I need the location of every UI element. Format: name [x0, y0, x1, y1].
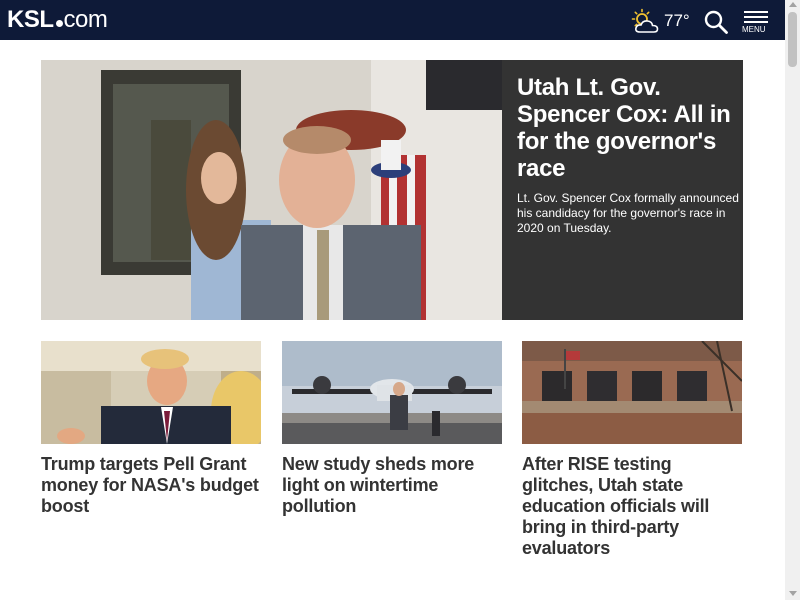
story-card[interactable]: New study sheds more light on wintertime…: [282, 341, 502, 517]
story-photo[interactable]: [41, 341, 261, 444]
menu-button[interactable]: MENU: [742, 8, 772, 36]
logo-dot: [55, 20, 63, 27]
hero-headline[interactable]: Utah Lt. Gov. Spencer Cox: All in for th…: [517, 74, 739, 182]
hero-text-panel: Utah Lt. Gov. Spencer Cox: All in for th…: [502, 60, 743, 320]
menu-label: MENU: [742, 25, 766, 34]
story-photo[interactable]: [522, 341, 742, 444]
menu-bar-bottom: [744, 21, 768, 23]
scroll-up-arrow-icon[interactable]: [789, 2, 797, 7]
menu-bar-middle: [744, 16, 768, 18]
scroll-thumb[interactable]: [788, 12, 797, 67]
story-headline[interactable]: After RISE testing glitches, Utah state …: [522, 454, 742, 559]
story-card[interactable]: Trump targets Pell Grant money for NASA'…: [41, 341, 261, 517]
hero-photo[interactable]: [41, 60, 502, 320]
partly-cloudy-icon[interactable]: [630, 8, 662, 34]
page-scrollbar[interactable]: [785, 0, 800, 600]
menu-hamburger-icon: [744, 11, 768, 13]
logo-main-text: KSL: [7, 6, 54, 33]
story-photo[interactable]: [282, 341, 502, 444]
temperature-readout[interactable]: 77°: [664, 10, 690, 32]
hero-summary: Lt. Gov. Spencer Cox formally announced …: [517, 191, 739, 235]
site-header: KSL com 77° MENU: [0, 0, 785, 40]
hero-story[interactable]: Utah Lt. Gov. Spencer Cox: All in for th…: [41, 60, 743, 320]
search-icon[interactable]: [703, 9, 729, 35]
story-card[interactable]: After RISE testing glitches, Utah state …: [522, 341, 742, 559]
scroll-down-arrow-icon[interactable]: [789, 591, 797, 596]
story-headline[interactable]: Trump targets Pell Grant money for NASA'…: [41, 454, 261, 517]
story-headline[interactable]: New study sheds more light on wintertime…: [282, 454, 502, 517]
logo-suffix-text: com: [63, 6, 108, 33]
ksl-logo[interactable]: KSL com: [7, 6, 108, 34]
